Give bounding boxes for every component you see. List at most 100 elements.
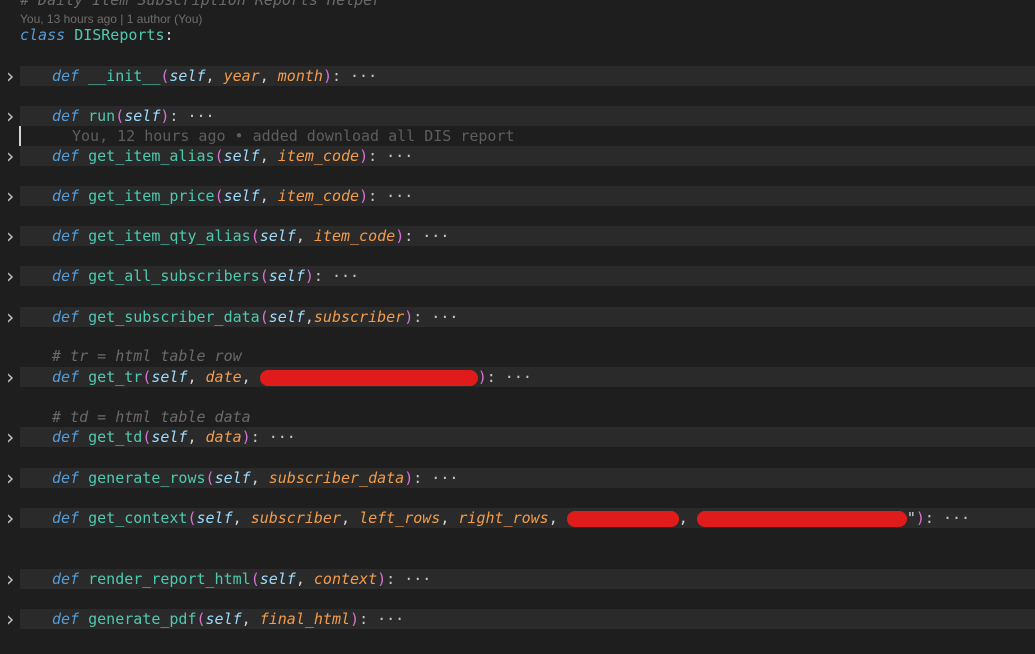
parameter: left_rows [359,509,441,527]
method-def-line[interactable]: def get_context(self, subscriber, left_r… [20,508,1035,528]
punctuation: , [241,368,260,386]
def-keyword: def [52,469,80,487]
method-name: get_subscriber_data [88,308,260,326]
punctuation: , [259,187,278,205]
method-def-line[interactable]: def generate_rows(self, subscriber_data)… [20,468,1035,488]
fold-chevron-right-icon[interactable]: › [4,367,16,387]
method-def-line[interactable]: def generate_pdf(self, final_html): ··· [20,609,1035,629]
close-paren: ) [359,147,369,165]
folded-ellipsis[interactable]: : ··· [251,428,296,446]
folded-ellipsis[interactable]: : ··· [413,469,458,487]
fold-chevron-right-icon[interactable]: › [4,468,16,488]
folded-ellipsis[interactable]: : ··· [386,570,431,588]
open-paren: ( [142,368,152,386]
folded-ellipsis[interactable]: : ··· [487,368,532,386]
def-keyword: def [52,227,80,245]
fold-chevron-right-icon[interactable]: › [4,66,16,86]
folded-ellipsis[interactable]: : ··· [359,610,404,628]
parameter: subscriber [313,308,405,326]
method-name: get_all_subscribers [88,267,260,285]
comment-td: # td = html table data [52,408,251,426]
fold-chevron-right-icon[interactable]: › [4,427,16,447]
parameter: context [313,570,378,588]
method-name: generate_pdf [88,610,197,628]
method-name: get_item_price [88,187,215,205]
close-paren: ) [304,267,314,285]
punctuation: , [241,610,260,628]
open-paren: ( [259,308,269,326]
punctuation: , [295,570,314,588]
parameter: item_code [277,187,360,205]
def-keyword: def [52,570,80,588]
method-def-line[interactable]: def get_item_qty_alias(self, item_code):… [20,226,1035,246]
folded-ellipsis[interactable]: : ··· [368,147,413,165]
parameter: item_code [277,147,360,165]
class-keyword: class [20,26,66,44]
method-name: get_item_qty_alias [88,227,251,245]
def-keyword: def [52,147,80,165]
method-def-line[interactable]: def get_td(self, data): ··· [20,427,1035,447]
parameter: data [205,428,242,446]
fold-chevron-right-icon[interactable]: › [4,307,16,327]
method-def-line[interactable]: def get_all_subscribers(self): ··· [20,266,1035,286]
parameter: right_rows [458,509,549,527]
self-parameter: self [268,267,305,285]
fold-chevron-right-icon[interactable]: › [4,226,16,246]
method-name: get_td [88,428,143,446]
close-paren: ) [359,187,369,205]
method-name: get_item_alias [88,147,215,165]
method-def-line[interactable]: def get_item_alias(self, item_code): ··· [20,146,1035,166]
punctuation: , [341,509,360,527]
folded-ellipsis[interactable]: : ··· [413,308,458,326]
method-def-line[interactable]: def __init__(self, year, month): ··· [20,66,1035,86]
punctuation: , [187,428,206,446]
folded-ellipsis[interactable]: : ··· [404,227,449,245]
open-paren: ( [214,187,224,205]
class-name: DISReports [74,26,165,44]
method-def-line[interactable]: def run(self): ··· [20,106,1035,126]
open-paren: ( [250,570,260,588]
parameter: year [223,67,260,85]
fold-chevron-right-icon[interactable]: › [4,508,16,528]
method-def-line[interactable]: def get_tr(self, date, ): ··· [20,367,1035,387]
close-paren: ) [322,67,332,85]
punctuation: " [906,509,916,527]
self-parameter: self [268,308,305,326]
method-def-line[interactable]: def get_subscriber_data(self,subscriber)… [20,307,1035,327]
method-name: render_report_html [88,570,251,588]
fold-chevron-right-icon[interactable]: › [4,186,16,206]
redacted-parameters [696,510,907,527]
punctuation: , [440,509,459,527]
punctuation: , [678,509,697,527]
self-parameter: self [223,147,260,165]
fold-chevron-right-icon[interactable]: › [4,266,16,286]
folded-ellipsis[interactable]: : ··· [368,187,413,205]
method-name: __init__ [88,67,161,85]
folded-ellipsis[interactable]: : ··· [169,107,214,125]
self-parameter: self [169,67,206,85]
self-parameter: self [196,509,233,527]
inline-blame-annotation: You, 12 hours ago • added download all D… [72,127,515,145]
fold-chevron-right-icon[interactable]: › [4,609,16,629]
self-parameter: self [214,469,251,487]
close-paren: ) [350,610,360,628]
self-parameter: self [124,107,161,125]
folded-ellipsis[interactable]: : ··· [925,509,970,527]
comment-tr: # tr = html table row [52,347,242,365]
fold-chevron-right-icon[interactable]: › [4,569,16,589]
def-keyword: def [52,509,80,527]
close-paren: ) [915,509,925,527]
folded-ellipsis[interactable]: : ··· [332,67,377,85]
fold-chevron-right-icon[interactable]: › [4,106,16,126]
def-keyword: def [52,267,80,285]
parameter: date [205,368,242,386]
punctuation: , [259,67,278,85]
close-paren: ) [477,368,487,386]
method-def-line[interactable]: def render_report_html(self, context): ·… [20,569,1035,589]
fold-chevron-right-icon[interactable]: › [4,146,16,166]
def-keyword: def [52,308,80,326]
punctuation: , [187,368,206,386]
parameter: subscriber [250,509,341,527]
folded-ellipsis[interactable]: : ··· [314,267,359,285]
method-def-line[interactable]: def get_item_price(self, item_code): ··· [20,186,1035,206]
